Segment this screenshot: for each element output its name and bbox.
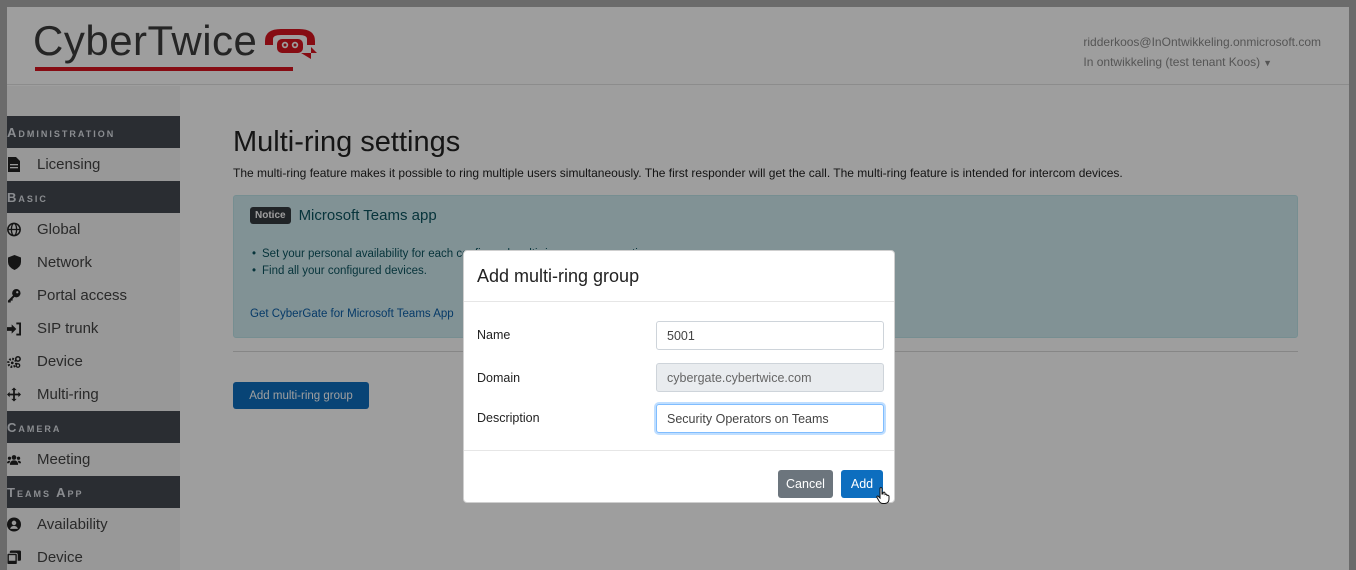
domain-field: cybergate.cybertwice.com xyxy=(656,363,884,392)
cancel-button[interactable]: Cancel xyxy=(778,470,833,498)
description-label: Description xyxy=(477,411,540,425)
app-frame: CyberTwice ridderkoos@InOntwikkeling.onm… xyxy=(7,7,1349,570)
description-field[interactable]: Security Operators on Teams xyxy=(656,404,884,433)
dialog-footer-divider xyxy=(464,450,894,451)
dialog-title: Add multi-ring group xyxy=(477,265,640,286)
add-multi-ring-group-dialog: Add multi-ring group Name 5001 Domain cy… xyxy=(463,250,895,504)
hand-pointer-icon xyxy=(876,487,890,509)
dialog-header: Add multi-ring group xyxy=(464,251,894,302)
name-label: Name xyxy=(477,328,511,342)
domain-label: Domain xyxy=(477,371,521,385)
name-field[interactable]: 5001 xyxy=(656,321,884,350)
